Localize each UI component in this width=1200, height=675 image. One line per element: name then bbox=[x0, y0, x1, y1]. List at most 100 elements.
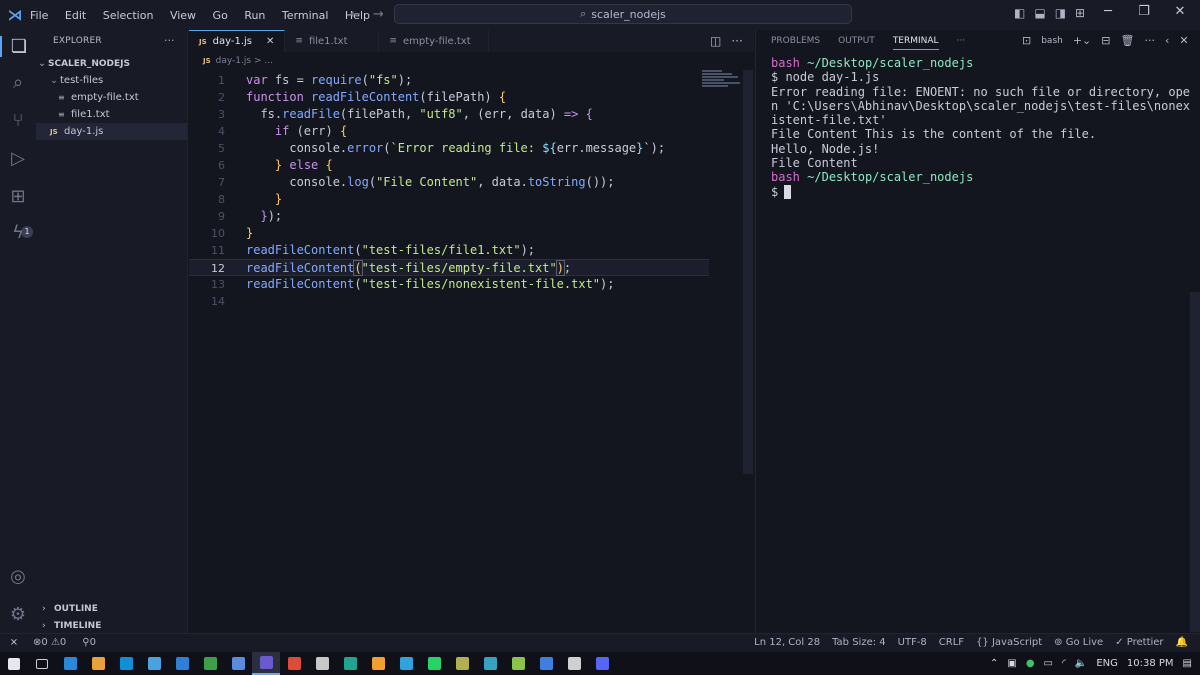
taskbar-app-icon[interactable] bbox=[448, 652, 476, 675]
toggle-panel-icon[interactable]: ⬓ bbox=[1034, 6, 1045, 20]
folder-test-files[interactable]: ⌄ test-files bbox=[36, 72, 187, 89]
taskbar-app-icon[interactable] bbox=[588, 652, 616, 675]
command-center-search[interactable]: ⌕ scaler_nodejs bbox=[394, 4, 852, 24]
taskbar-app-icon[interactable] bbox=[420, 652, 448, 675]
tab-size[interactable]: Tab Size: 4 bbox=[832, 637, 886, 648]
terminal-output[interactable]: bash ~/Desktop/scaler_nodejs $ node day-1… bbox=[771, 56, 1196, 199]
taskbar-app-icon[interactable] bbox=[84, 652, 112, 675]
battery-icon[interactable]: ▭ bbox=[1044, 658, 1053, 669]
problems-status[interactable]: ⊗0 ⚠0 bbox=[33, 637, 66, 648]
thunder-client-icon[interactable]: ϟ bbox=[0, 222, 36, 243]
taskbar-app-icon[interactable] bbox=[280, 652, 308, 675]
customize-layout-icon[interactable]: ⊞ bbox=[1075, 6, 1085, 20]
input-language[interactable]: ENG bbox=[1096, 658, 1118, 669]
forward-arrow-icon[interactable]: → bbox=[373, 7, 384, 22]
tab-output[interactable]: OUTPUT bbox=[838, 36, 875, 50]
menu-view[interactable]: View bbox=[170, 9, 196, 22]
file-day-1-js[interactable]: JS day-1.js bbox=[36, 123, 187, 140]
taskbar-app-icon[interactable] bbox=[364, 652, 392, 675]
tab-empty-file-txt[interactable]: ≡ empty-file.txt bbox=[379, 30, 490, 52]
terminal-scrollbar[interactable] bbox=[1190, 292, 1200, 632]
wifi-icon[interactable]: ◜ bbox=[1062, 658, 1066, 669]
settings-gear-icon[interactable]: ⚙ bbox=[0, 604, 36, 625]
close-window-icon[interactable]: ✕ bbox=[1162, 4, 1198, 19]
language-mode[interactable]: {} JavaScript bbox=[976, 637, 1042, 648]
app-glyph-icon bbox=[595, 657, 609, 670]
file-file1-txt[interactable]: ≡ file1.txt bbox=[36, 106, 187, 123]
new-terminal-icon[interactable]: +⌄ bbox=[1073, 34, 1091, 47]
source-control-icon[interactable]: ⑂ bbox=[0, 110, 36, 131]
remote-icon[interactable]: ⨯ bbox=[0, 634, 28, 652]
tray-app-icon[interactable]: ▣ bbox=[1007, 658, 1016, 669]
extensions-icon[interactable]: ⊞ bbox=[0, 186, 36, 207]
close-tab-icon[interactable]: ✕ bbox=[266, 36, 274, 47]
menu-file[interactable]: File bbox=[30, 9, 48, 22]
menu-go[interactable]: Go bbox=[213, 9, 228, 22]
taskbar-app-icon[interactable] bbox=[532, 652, 560, 675]
menu-run[interactable]: Run bbox=[244, 9, 265, 22]
terminal-shell-label[interactable]: bash bbox=[1041, 36, 1063, 46]
notification-center-icon[interactable]: ▤ bbox=[1183, 658, 1192, 669]
split-terminal-icon[interactable]: ⊟ bbox=[1101, 34, 1110, 47]
accounts-icon[interactable]: ◎ bbox=[0, 566, 36, 587]
volume-icon[interactable]: 🔈 bbox=[1075, 658, 1087, 669]
taskbar-app-icon[interactable] bbox=[140, 652, 168, 675]
explorer-icon[interactable]: ❏ bbox=[0, 36, 36, 57]
tab-problems[interactable]: PROBLEMS bbox=[771, 36, 820, 50]
clock[interactable]: 10:38 PM bbox=[1127, 658, 1174, 669]
taskbar-app-icon[interactable] bbox=[392, 652, 420, 675]
minimap[interactable] bbox=[702, 70, 742, 90]
more-actions-icon[interactable]: ··· bbox=[731, 34, 742, 48]
workspace-root[interactable]: ⌄ SCALER_NODEJS bbox=[36, 55, 187, 72]
vscode-logo-icon: ⋊ bbox=[7, 6, 23, 24]
split-editor-icon[interactable]: ◫ bbox=[710, 34, 721, 48]
toggle-sidebar-icon[interactable]: ◧ bbox=[1014, 6, 1025, 20]
file-empty-file-txt[interactable]: ≡ empty-file.txt bbox=[36, 89, 187, 106]
end-of-line[interactable]: CRLF bbox=[939, 637, 964, 648]
menu-selection[interactable]: Selection bbox=[103, 9, 154, 22]
taskbar-app-icon[interactable] bbox=[308, 652, 336, 675]
restore-icon[interactable]: ❐ bbox=[1126, 4, 1162, 19]
taskbar-app-icon[interactable] bbox=[112, 652, 140, 675]
text-file-icon: ≡ bbox=[58, 93, 65, 102]
taskbar-app-icon[interactable] bbox=[56, 652, 84, 675]
prettier-status[interactable]: ✓ Prettier bbox=[1115, 637, 1163, 648]
taskbar-app-icon[interactable] bbox=[504, 652, 532, 675]
taskbar-app-icon[interactable] bbox=[476, 652, 504, 675]
panel-more-icon[interactable]: ··· bbox=[957, 36, 966, 50]
go-live-button[interactable]: ⊚ Go Live bbox=[1054, 637, 1103, 648]
menu-terminal[interactable]: Terminal bbox=[282, 9, 329, 22]
taskbar-app-icon[interactable] bbox=[224, 652, 252, 675]
editor-scrollbar[interactable] bbox=[743, 70, 753, 474]
tab-terminal[interactable]: TERMINAL bbox=[892, 36, 939, 50]
cursor-position[interactable]: Ln 12, Col 28 bbox=[754, 637, 820, 648]
show-hidden-icons[interactable]: ⌃ bbox=[990, 658, 998, 669]
ports-status[interactable]: ⚲0 bbox=[82, 637, 96, 648]
menu-edit[interactable]: Edit bbox=[65, 9, 86, 22]
task-view-icon[interactable] bbox=[28, 652, 56, 675]
kill-terminal-icon[interactable]: 🗑 bbox=[1121, 34, 1135, 47]
back-arrow-icon[interactable]: ← bbox=[350, 7, 361, 22]
search-view-icon[interactable]: ⌕ bbox=[0, 72, 36, 93]
tab-day-1-js[interactable]: JS day-1.js ✕ bbox=[189, 30, 286, 52]
outline-section[interactable]: › OUTLINE bbox=[36, 600, 187, 617]
taskbar-app-icon[interactable] bbox=[336, 652, 364, 675]
taskbar-app-icon[interactable] bbox=[560, 652, 588, 675]
minimize-icon[interactable]: ─ bbox=[1090, 4, 1126, 19]
windows-start-icon[interactable] bbox=[0, 652, 28, 675]
taskbar-app-icon[interactable] bbox=[168, 652, 196, 675]
timeline-section[interactable]: › TIMELINE bbox=[36, 617, 187, 634]
tab-file1-txt[interactable]: ≡ file1.txt bbox=[285, 30, 380, 52]
taskbar-app-icon[interactable] bbox=[196, 652, 224, 675]
chevron-left-icon[interactable]: ‹ bbox=[1165, 34, 1169, 47]
close-panel-icon[interactable]: ✕ bbox=[1179, 34, 1188, 47]
run-debug-icon[interactable]: ▷ bbox=[0, 148, 36, 169]
tray-app-green-icon[interactable]: ● bbox=[1026, 658, 1035, 669]
notifications-icon[interactable]: 🔔 bbox=[1176, 637, 1188, 648]
explorer-more-icon[interactable]: ··· bbox=[164, 34, 175, 47]
encoding[interactable]: UTF-8 bbox=[898, 637, 927, 648]
code-editor[interactable]: 1 var fs = require("fs"); 2 function rea… bbox=[189, 52, 754, 633]
toggle-secondary-sidebar-icon[interactable]: ◨ bbox=[1055, 6, 1066, 20]
taskbar-app-icon[interactable] bbox=[252, 652, 280, 675]
panel-more-icon[interactable]: ··· bbox=[1144, 34, 1155, 47]
